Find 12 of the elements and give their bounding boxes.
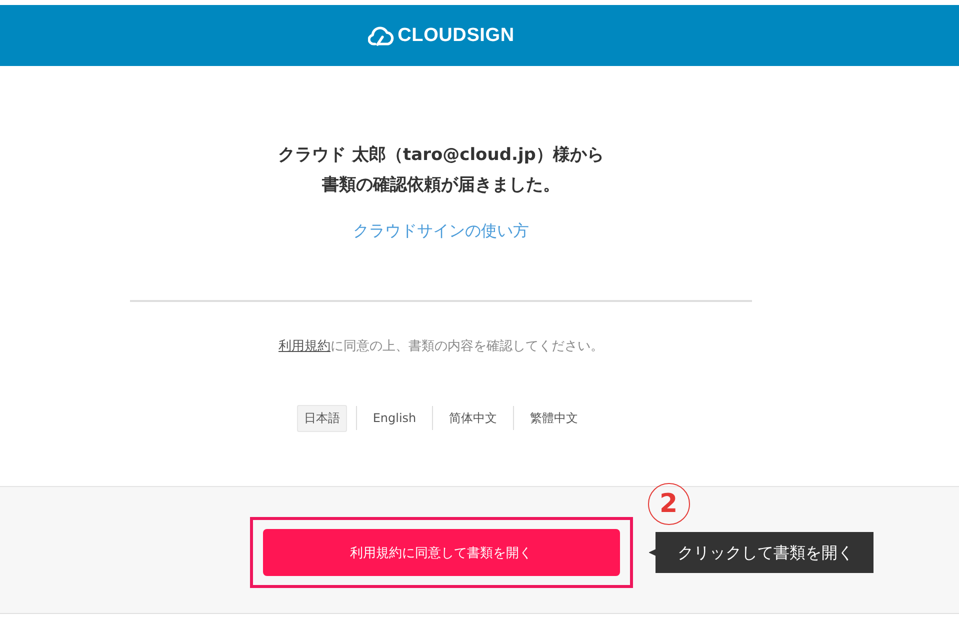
language-option[interactable]: 日本語 [296, 404, 347, 432]
step-number: 2 [648, 483, 690, 525]
language-option[interactable]: English [366, 406, 424, 430]
terms-link[interactable]: 利用規約 [278, 339, 330, 354]
agree-open-button[interactable]: 利用規約に同意して書類を開く [262, 529, 620, 576]
language-option[interactable]: 简体中文 [442, 404, 504, 432]
callout-label: クリックして書類を開く [648, 532, 874, 573]
terms-notice: 利用規約に同意の上、書類の内容を確認してください。 [278, 338, 604, 356]
language-option[interactable]: 繁體中文 [523, 404, 586, 432]
cloud-logo-icon [368, 24, 394, 46]
request-message: クラウド 太郎（taro@cloud.jp）様から 書類の確認依頼が届きました。 [278, 144, 604, 197]
logo-text: CLOUDSIGN [398, 24, 514, 46]
